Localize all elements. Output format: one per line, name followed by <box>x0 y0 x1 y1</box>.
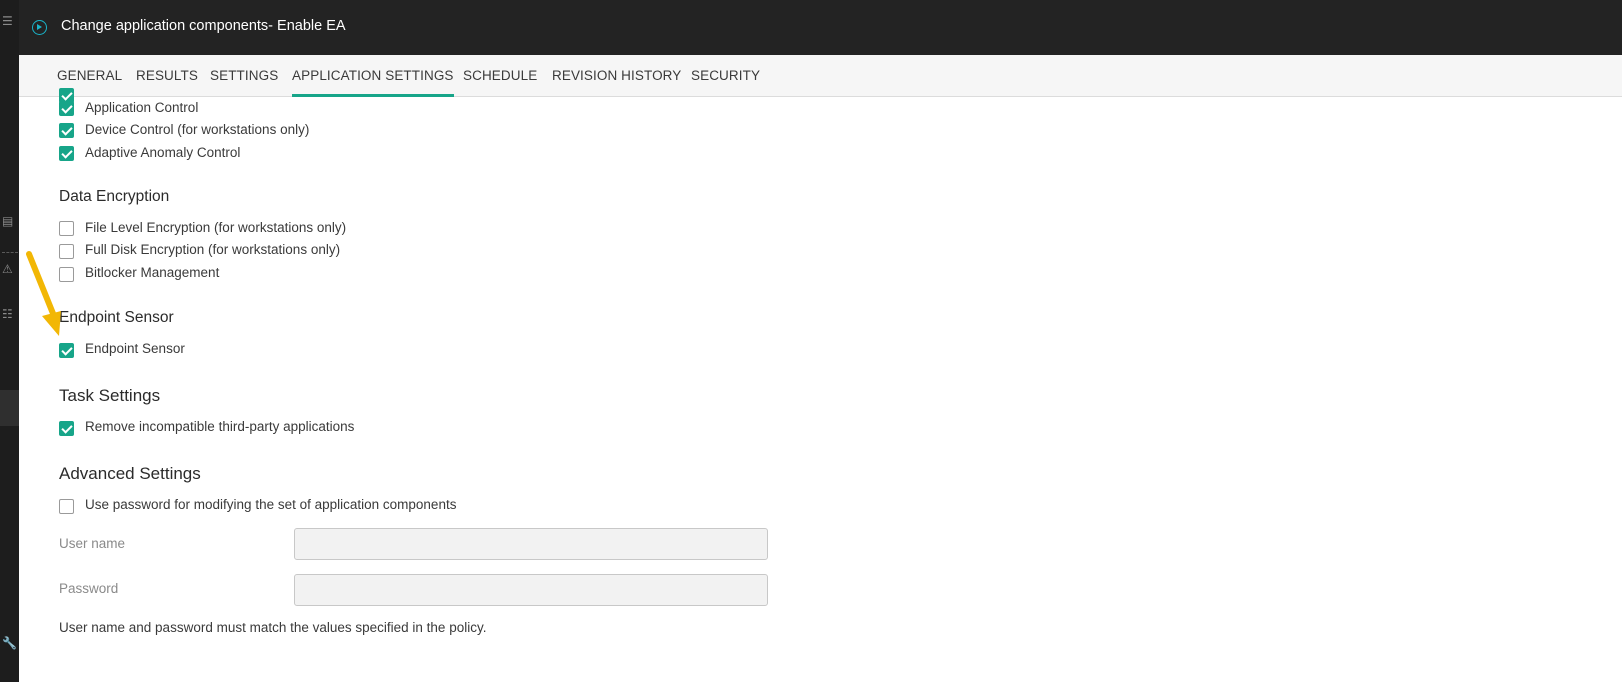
rail-divider <box>2 252 18 253</box>
window-title: Change application components- Enable EA <box>61 18 346 34</box>
credentials-note: User name and password must match the va… <box>59 620 487 635</box>
checkbox-adaptive-anomaly-control[interactable] <box>59 146 74 161</box>
remove-incompatible-label: Remove incompatible third-party applicat… <box>85 419 355 434</box>
use-password-label: Use password for modifying the set of ap… <box>85 497 457 512</box>
full-disk-encryption-label: Full Disk Encryption (for workstations o… <box>85 242 341 257</box>
warning-icon[interactable]: ⚠ <box>2 262 16 276</box>
annotation-arrow-icon <box>26 251 61 336</box>
tab-revision-history[interactable]: REVISION HISTORY <box>552 68 681 83</box>
data-encryption-heading: Data Encryption <box>59 188 170 205</box>
tab-results[interactable]: RESULTS <box>136 68 198 83</box>
adaptive-anomaly-control-label: Adaptive Anomaly Control <box>85 145 241 160</box>
checkbox-endpoint-sensor[interactable] <box>59 343 74 358</box>
title-bar: Change application components- Enable EA <box>19 0 1622 55</box>
task-settings-heading: Task Settings <box>59 386 161 405</box>
bitlocker-management-label: Bitlocker Management <box>85 265 220 280</box>
password-label: Password <box>59 581 119 596</box>
application-control-label: Application Control <box>85 100 199 115</box>
endpoint-sensor-label: Endpoint Sensor <box>85 341 185 356</box>
tab-schedule[interactable]: SCHEDULE <box>463 68 537 83</box>
menu-icon[interactable]: ☰ <box>2 14 16 28</box>
left-rail: ☰ ▤ ⚠ ☷ 🔧 <box>0 0 19 682</box>
play-circle-icon[interactable] <box>32 20 47 35</box>
username-field[interactable] <box>294 528 768 560</box>
tree-icon[interactable]: ☷ <box>2 307 16 321</box>
device-control-label: Device Control (for workstations only) <box>85 122 310 137</box>
tab-application-settings[interactable]: APPLICATION SETTINGS <box>292 68 454 97</box>
tab-settings[interactable]: SETTINGS <box>210 68 278 83</box>
wrench-icon[interactable]: 🔧 <box>2 636 17 650</box>
settings-content: Application Control Device Control (for … <box>19 88 1622 682</box>
tab-security[interactable]: SECURITY <box>691 68 760 83</box>
checkbox-remove-incompatible[interactable] <box>59 421 74 436</box>
endpoint-sensor-heading: Endpoint Sensor <box>59 309 174 326</box>
checkbox-file-level-encryption[interactable] <box>59 221 74 236</box>
tab-general[interactable]: GENERAL <box>57 68 122 83</box>
password-field[interactable] <box>294 574 768 606</box>
file-level-encryption-label: File Level Encryption (for workstations … <box>85 220 347 235</box>
rail-selected-item[interactable] <box>0 390 19 426</box>
list-icon[interactable]: ▤ <box>2 214 16 228</box>
advanced-settings-heading: Advanced Settings <box>59 464 201 483</box>
checkbox-use-password[interactable] <box>59 499 74 514</box>
checkbox-application-control[interactable] <box>59 101 74 116</box>
tab-bar: GENERAL RESULTS SETTINGS APPLICATION SET… <box>19 55 1622 97</box>
checkbox-device-control[interactable] <box>59 123 74 138</box>
username-label: User name <box>59 536 126 551</box>
